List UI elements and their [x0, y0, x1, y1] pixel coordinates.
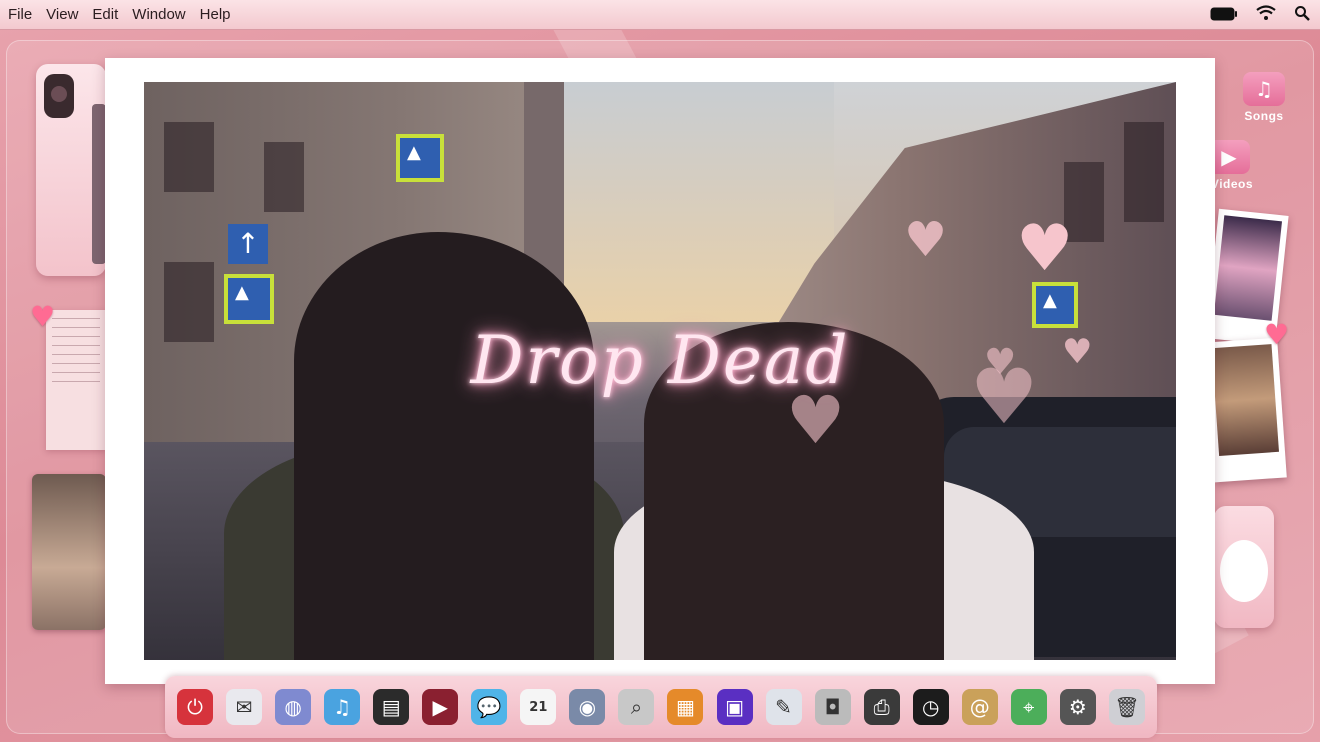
- building-window: [264, 142, 304, 212]
- power-icon[interactable]: ⏻: [177, 689, 213, 725]
- street-photo: ↑ ♥ ♥ ♥ ♥ ♥ ♥ Drop Dead: [144, 82, 1176, 660]
- crosswalk-sign-icon: [396, 134, 444, 182]
- polaroid-photo: [1205, 337, 1287, 483]
- person-left-hair: [294, 232, 594, 660]
- arrow-up-sign-icon: ↑: [228, 224, 268, 264]
- desktop-icon-songs[interactable]: ♫ Songs: [1234, 72, 1294, 123]
- desktop-icon-label: Songs: [1244, 109, 1284, 123]
- heart-icon: ♥: [1016, 212, 1074, 286]
- trash-icon[interactable]: 🗑: [1108, 689, 1145, 725]
- menu-bar: File View Edit Window Help: [0, 0, 1320, 30]
- settings-gear-icon[interactable]: ⚙: [1059, 689, 1096, 725]
- page-title: Drop Dead: [470, 322, 850, 399]
- phone-sticker: [36, 64, 106, 276]
- mail-icon[interactable]: ✉: [226, 689, 263, 725]
- music-note-icon: ♫: [1243, 72, 1285, 106]
- building-window: [1124, 122, 1164, 222]
- search-icon[interactable]: [1294, 5, 1310, 25]
- menu-help[interactable]: Help: [200, 6, 231, 23]
- phone-screen: [92, 104, 106, 264]
- crosswalk-sign-icon: [224, 274, 274, 324]
- notes-icon[interactable]: ✎: [765, 689, 802, 725]
- click-wheel: [1220, 540, 1268, 602]
- heart-pin-icon: ♥: [30, 300, 56, 333]
- printer-icon[interactable]: ⎙: [863, 689, 900, 725]
- menu-window[interactable]: Window: [132, 6, 185, 23]
- video-player-icon[interactable]: ▶: [422, 689, 459, 725]
- sky: [564, 82, 834, 322]
- status-area: [1210, 0, 1310, 30]
- calendar-icon[interactable]: 21: [520, 689, 557, 725]
- camera-lens-icon: [44, 74, 74, 118]
- left-photo: [32, 474, 106, 630]
- wifi-icon[interactable]: [1256, 5, 1276, 25]
- menu-edit[interactable]: Edit: [92, 6, 118, 23]
- music-icon[interactable]: ♫: [324, 689, 361, 725]
- dock: ⏻ ✉ ◍ ♫ ▤ ▶ 💬 21 ◉ ⌕ ▦ ▣ ✎ ◘ ⎙ ◷ @ ⌖ ⚙ 🗑: [165, 676, 1157, 738]
- browser-globe-icon[interactable]: ◍: [275, 689, 312, 725]
- menu-file[interactable]: File: [8, 6, 32, 23]
- heart-pin-icon: ♥: [1264, 318, 1290, 351]
- camera-icon[interactable]: ◘: [814, 689, 851, 725]
- heart-icon: ♥: [904, 212, 948, 268]
- search-magnifier-icon[interactable]: ⌕: [618, 689, 655, 725]
- quicktime-icon[interactable]: ◉: [569, 689, 606, 725]
- clock-icon[interactable]: ◷: [912, 689, 949, 725]
- media-app-icon[interactable]: ▣: [716, 689, 753, 725]
- menu-view[interactable]: View: [46, 6, 78, 23]
- battery-icon[interactable]: [1210, 6, 1238, 25]
- maps-icon[interactable]: ⌖: [1010, 689, 1047, 725]
- clapperboard-icon[interactable]: ▤: [373, 689, 410, 725]
- ipod-sticker: [1214, 506, 1274, 628]
- building-window: [164, 122, 214, 192]
- photos-icon[interactable]: ▦: [667, 689, 704, 725]
- messages-icon[interactable]: 💬: [471, 689, 508, 725]
- image-frame: ↑ ♥ ♥ ♥ ♥ ♥ ♥ Drop Dead: [105, 58, 1215, 684]
- contacts-icon[interactable]: @: [961, 689, 998, 725]
